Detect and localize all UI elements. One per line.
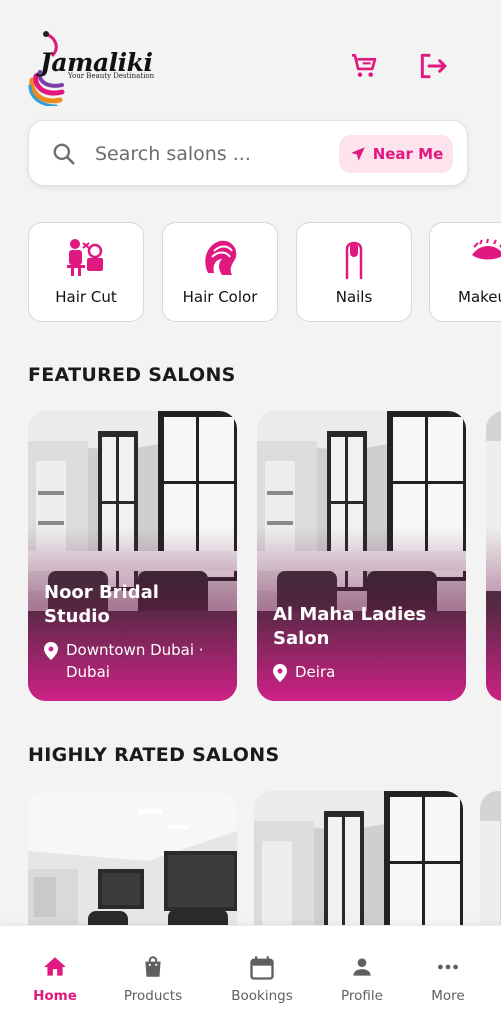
- more-dots-icon: [438, 964, 458, 970]
- highly-rated-salons-title: HIGHLY RATED SALONS: [28, 744, 280, 766]
- category-label: Hair Cut: [55, 288, 117, 306]
- salon-card[interactable]: Noor Bridal Studio Downtown Dubai · Duba…: [28, 411, 237, 701]
- location-pin-icon: [273, 664, 287, 682]
- featured-salons-carousel[interactable]: Noor Bridal Studio Downtown Dubai · Duba…: [28, 411, 501, 701]
- highly-rated-salons-carousel[interactable]: [28, 791, 501, 925]
- nails-icon: [345, 241, 363, 279]
- search-bar: Near Me: [28, 120, 468, 186]
- shopping-cart-icon: [352, 54, 377, 77]
- person-icon: [353, 958, 371, 976]
- cart-button[interactable]: [346, 48, 382, 84]
- salon-card[interactable]: [254, 791, 463, 925]
- bottom-navigation: Home Products Bookings Profile More: [0, 925, 501, 1024]
- logo-tagline: Your Beauty Destination: [68, 72, 155, 80]
- search-input[interactable]: [95, 135, 355, 173]
- salon-card-partial[interactable]: [480, 791, 501, 925]
- jamaliki-logo: Jamaliki Your Beauty Destination: [26, 24, 154, 106]
- salon-location-text: Deira: [295, 663, 336, 681]
- salon-location-text: Downtown Dubai · Dubai: [66, 641, 204, 681]
- salon-card[interactable]: [28, 791, 237, 925]
- salon-photo: [480, 791, 501, 925]
- category-hair-cut[interactable]: Hair Cut: [28, 222, 144, 322]
- near-me-label: Near Me: [372, 145, 444, 163]
- category-label: Makeu: [458, 288, 501, 306]
- calendar-icon: [250, 956, 274, 980]
- nav-label: More: [431, 988, 465, 1004]
- category-label: Nails: [335, 288, 373, 306]
- logout-button[interactable]: [415, 48, 451, 84]
- salon-photo: [254, 791, 463, 925]
- salon-name: Al Maha Ladies Salon: [273, 604, 427, 649]
- navigation-arrow-icon: [350, 147, 365, 161]
- app-header: Jamaliki Your Beauty Destination: [0, 0, 501, 118]
- category-makeup[interactable]: Makeu: [429, 222, 501, 322]
- hair-color-icon: [205, 240, 237, 275]
- shopping-bag-icon: [145, 956, 161, 977]
- nav-bookings[interactable]: Bookings: [212, 926, 312, 1024]
- nav-home[interactable]: Home: [5, 926, 105, 1024]
- salon-card-partial[interactable]: [486, 411, 501, 701]
- home-icon: [44, 957, 66, 976]
- salon-location: Downtown Dubai · Dubai: [44, 639, 225, 683]
- nav-label: Bookings: [231, 988, 293, 1004]
- category-nails[interactable]: Nails: [296, 222, 412, 322]
- featured-salons-title: FEATURED SALONS: [28, 364, 236, 386]
- salon-name: Noor Bridal Studio: [44, 582, 159, 627]
- nav-products[interactable]: Products: [103, 926, 203, 1024]
- logout-icon: [420, 53, 447, 79]
- salon-photo: [28, 791, 237, 925]
- hair-cut-icon: [67, 239, 103, 276]
- nav-more[interactable]: More: [398, 926, 498, 1024]
- salon-card[interactable]: Al Maha Ladies Salon Deira: [257, 411, 466, 701]
- nav-label: Products: [123, 988, 183, 1004]
- nav-label: Home: [33, 988, 77, 1004]
- near-me-button[interactable]: Near Me: [339, 135, 453, 173]
- category-hair-color[interactable]: Hair Color: [162, 222, 278, 322]
- nav-profile[interactable]: Profile: [312, 926, 412, 1024]
- category-label: Hair Color: [182, 288, 258, 306]
- category-carousel[interactable]: Hair Cut Hair Color Nails Makeu: [28, 222, 501, 324]
- search-icon: [53, 143, 75, 165]
- location-pin-icon: [44, 642, 58, 660]
- makeup-eye-icon: [472, 238, 501, 260]
- salon-location: Deira: [273, 661, 454, 683]
- nav-label: Profile: [341, 988, 383, 1004]
